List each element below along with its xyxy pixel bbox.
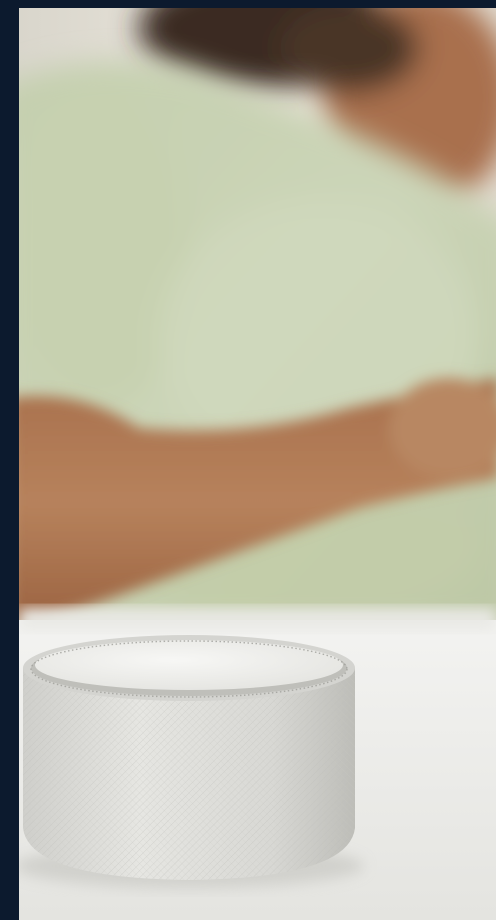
photo-illustration [19,8,496,920]
page [0,0,496,920]
product-photo [19,8,496,920]
speaker [23,635,355,880]
